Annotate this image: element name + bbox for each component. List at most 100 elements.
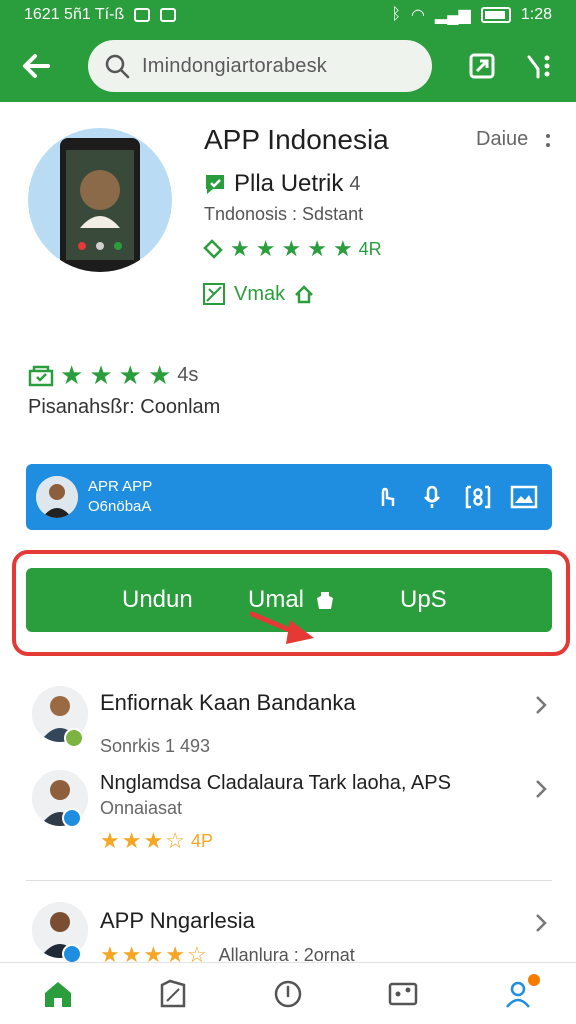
bluetooth-icon: ᛒ [391, 6, 401, 23]
home-icon [44, 981, 71, 1007]
search-query: Imindongiartorabesk [142, 54, 328, 77]
rating-text: 4R [358, 238, 382, 259]
star-outline-icon: ☆ [186, 942, 207, 963]
star-icon: ★ [100, 828, 120, 853]
list-item-title: Enfiornak Kaan Bandanka [100, 690, 356, 715]
status-badge [62, 808, 82, 828]
divider [26, 880, 552, 881]
star-icon: ★ [143, 828, 164, 853]
verified-label: Vmak [234, 282, 286, 305]
list-item[interactable]: Nnglamdsa Cladalaura Tark laoha, APS Onn… [0, 770, 576, 870]
nav-profile[interactable] [490, 966, 546, 1022]
status-left-text: 1621 5ñ1 Tí-ß [24, 6, 125, 23]
star-icon: ★ [255, 236, 276, 261]
promo-banner[interactable]: APR APP O6nöbaA [26, 464, 552, 530]
filter-button[interactable] [520, 46, 560, 86]
summary-description: Pisanahsßr: Coonlam [28, 396, 221, 418]
star-icon: ★ [121, 942, 142, 963]
star-icon: ★ [307, 236, 327, 261]
star-icon: ★ [89, 360, 113, 390]
star-icon: ★ [118, 360, 142, 390]
microphone-button[interactable] [418, 483, 446, 511]
touch-icon [381, 487, 395, 506]
phone-illustration [60, 138, 140, 272]
summary-rating: ★ ★ ★ ★ 4s [28, 362, 198, 388]
star-icon: ★ [121, 828, 142, 853]
status-badge [62, 944, 82, 962]
status-bar: 1621 5ñ1 Tí-ß ᛒ ◠ ▂▄▆ 1:28 [0, 0, 576, 30]
image-icon [510, 485, 538, 509]
tag-icon [203, 239, 223, 259]
app-thumbnail[interactable] [28, 128, 172, 272]
arrow-left-icon [23, 54, 50, 78]
app-category: Tndonosis : Sdstant [204, 204, 364, 224]
chevron-right-icon[interactable] [530, 694, 552, 716]
list-item-rating: ★ ★ ★ ★ ☆ Allanlura : 2ornat [100, 942, 355, 963]
number-icon [465, 485, 491, 509]
more-options-button[interactable] [538, 126, 558, 154]
open-external-icon [469, 53, 495, 79]
status-badge [64, 728, 84, 748]
tag-icon [160, 979, 186, 1007]
banner-line-1: APR APP [88, 478, 153, 495]
wifi-icon: ◠ [410, 7, 425, 24]
list-item-title: APP Nngarlesia [100, 908, 255, 933]
nav-explore[interactable] [260, 966, 316, 1022]
app-header: APP Indonesia Daiue Plla Uetrik 4 Tndono… [0, 102, 576, 340]
back-button[interactable] [16, 46, 56, 86]
banner-line-2: O6nöbaA [88, 498, 152, 515]
nav-media[interactable] [375, 966, 431, 1022]
verified-row[interactable]: Vmak [202, 282, 315, 306]
list-item[interactable]: APP Nngarlesia ★ ★ ★ ★ ☆ Allanlura : 2or… [0, 900, 576, 962]
chat-icon [206, 175, 224, 194]
pointer-arrow-icon [250, 611, 314, 644]
number-button[interactable] [464, 483, 492, 511]
star-outline-icon: ☆ [165, 828, 185, 853]
chevron-right-icon[interactable] [530, 912, 552, 934]
search-icon [105, 54, 130, 79]
app-title: APP Indonesia [204, 124, 389, 155]
battery-icon [480, 7, 511, 23]
list-item-subtitle: Sonrkis 1 493 [100, 736, 211, 756]
app-rating: ★ ★ ★ ★ ★ 4R [202, 238, 382, 260]
developer-suffix: 4 [349, 172, 361, 195]
app-bar: Imindongiartorabesk [0, 30, 576, 102]
person-avatar [36, 476, 78, 518]
star-icon: ★ [165, 942, 185, 963]
signal-icon: ▂▄▆ [434, 7, 471, 24]
settings-status-icon [134, 8, 151, 22]
verified-icon [203, 283, 225, 305]
list-item[interactable]: Enfiornak Kaan Bandanka Sonrkis 1 493 [0, 684, 576, 764]
star-icon: ★ [332, 236, 353, 261]
list-item-rating-text: 4P [190, 830, 213, 851]
app-date: Daiue [476, 128, 529, 150]
star-icon: ★ [100, 942, 120, 963]
picture-icon [388, 982, 418, 1005]
list-item-subtitle: Onnaiasat [100, 798, 183, 818]
compass-icon [274, 980, 302, 1007]
image-button[interactable] [510, 483, 538, 511]
star-icon: ★ [60, 360, 84, 390]
list-item-rating: ★ ★ ★ ☆ 4P [100, 830, 213, 852]
list-item-subtitle: Allanlura : 2ornat [218, 944, 355, 963]
nav-tags[interactable] [145, 966, 201, 1022]
touch-button[interactable] [372, 483, 400, 511]
search-input[interactable]: Imindongiartorabesk [88, 40, 432, 92]
download-right-label: UpS [400, 586, 447, 613]
open-external-button[interactable] [462, 46, 502, 86]
star-icon: ★ [143, 942, 164, 963]
star-icon: ★ [147, 360, 172, 390]
star-icon: ★ [281, 236, 302, 261]
nav-home[interactable] [30, 966, 86, 1022]
notification-dot [528, 973, 541, 986]
home-outline-icon [295, 285, 314, 304]
star-icon: ★ [230, 236, 250, 261]
summary-rating-text: 4s [177, 363, 199, 386]
developer-name: Plla Uetrik [234, 170, 344, 197]
avatar [36, 476, 78, 518]
bottom-navigation [0, 962, 576, 1024]
chevron-right-icon[interactable] [530, 778, 552, 800]
clock: 1:28 [520, 6, 552, 23]
developer-row[interactable]: Plla Uetrik 4 [202, 170, 360, 198]
store-icon [28, 365, 54, 387]
